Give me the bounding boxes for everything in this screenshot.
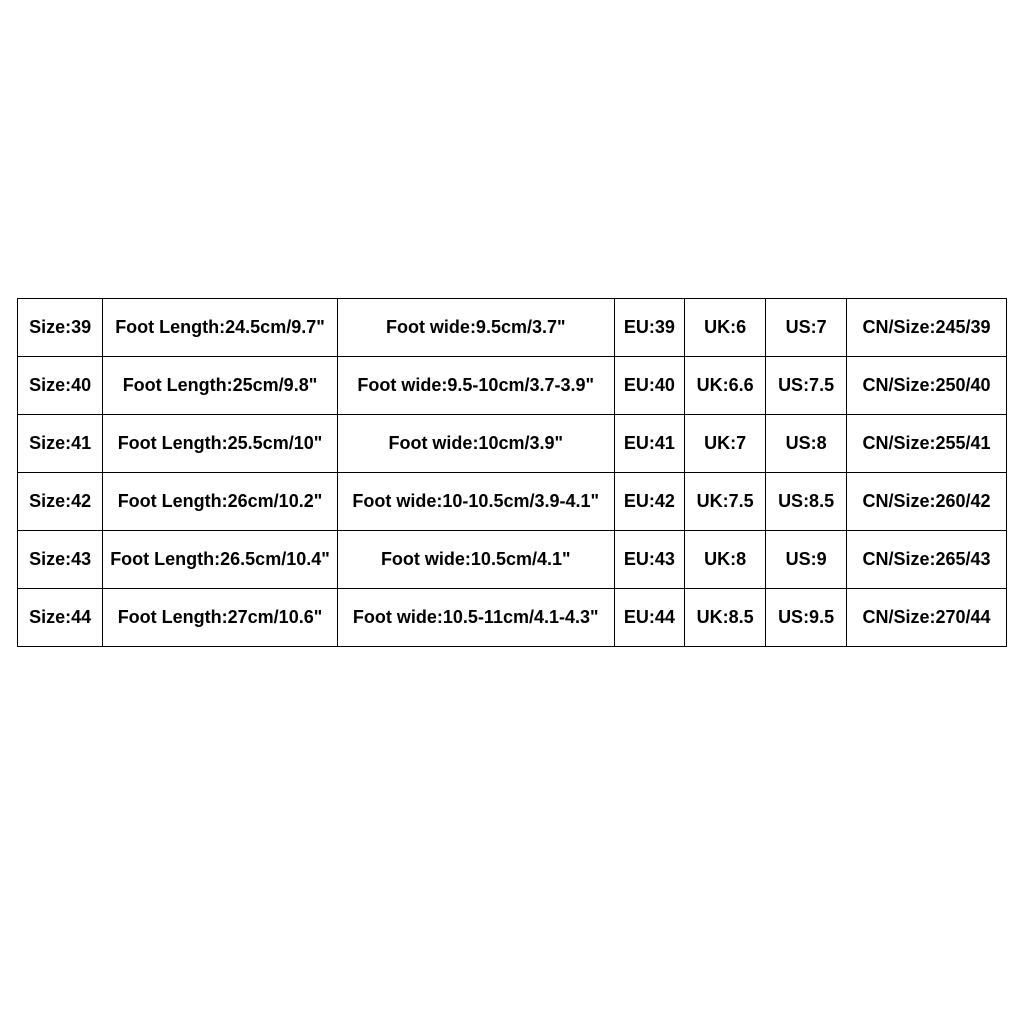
cell-size: Size:40 (18, 356, 103, 414)
cell-size: Size:42 (18, 472, 103, 530)
cell-length: Foot Length:25.5cm/10" (103, 414, 337, 472)
cell-eu: EU:42 (614, 472, 684, 530)
cell-uk: UK:8 (685, 530, 766, 588)
cell-uk: UK:6 (685, 298, 766, 356)
cell-uk: UK:7 (685, 414, 766, 472)
cell-cn: CN/Size:245/39 (847, 298, 1007, 356)
cell-size: Size:44 (18, 588, 103, 646)
cell-wide: Foot wide:10-10.5cm/3.9-4.1" (337, 472, 614, 530)
cell-cn: CN/Size:270/44 (847, 588, 1007, 646)
cell-length: Foot Length:26.5cm/10.4" (103, 530, 337, 588)
cell-wide: Foot wide:10.5-11cm/4.1-4.3" (337, 588, 614, 646)
cell-size: Size:43 (18, 530, 103, 588)
cell-us: US:8.5 (766, 472, 847, 530)
cell-cn: CN/Size:250/40 (847, 356, 1007, 414)
cell-uk: UK:8.5 (685, 588, 766, 646)
cell-eu: EU:40 (614, 356, 684, 414)
cell-wide: Foot wide:10.5cm/4.1" (337, 530, 614, 588)
cell-length: Foot Length:24.5cm/9.7" (103, 298, 337, 356)
cell-cn: CN/Size:265/43 (847, 530, 1007, 588)
table-row: Size:42 Foot Length:26cm/10.2" Foot wide… (18, 472, 1007, 530)
table-row: Size:40 Foot Length:25cm/9.8" Foot wide:… (18, 356, 1007, 414)
cell-cn: CN/Size:260/42 (847, 472, 1007, 530)
cell-us: US:7.5 (766, 356, 847, 414)
cell-us: US:8 (766, 414, 847, 472)
cell-us: US:9.5 (766, 588, 847, 646)
cell-size: Size:39 (18, 298, 103, 356)
cell-eu: EU:43 (614, 530, 684, 588)
cell-eu: EU:44 (614, 588, 684, 646)
cell-eu: EU:39 (614, 298, 684, 356)
cell-eu: EU:41 (614, 414, 684, 472)
table-row: Size:44 Foot Length:27cm/10.6" Foot wide… (18, 588, 1007, 646)
cell-cn: CN/Size:255/41 (847, 414, 1007, 472)
cell-size: Size:41 (18, 414, 103, 472)
cell-length: Foot Length:26cm/10.2" (103, 472, 337, 530)
table-row: Size:39 Foot Length:24.5cm/9.7" Foot wid… (18, 298, 1007, 356)
cell-wide: Foot wide:10cm/3.9" (337, 414, 614, 472)
cell-us: US:9 (766, 530, 847, 588)
cell-length: Foot Length:25cm/9.8" (103, 356, 337, 414)
cell-uk: UK:6.6 (685, 356, 766, 414)
cell-us: US:7 (766, 298, 847, 356)
cell-wide: Foot wide:9.5-10cm/3.7-3.9" (337, 356, 614, 414)
size-chart-table: Size:39 Foot Length:24.5cm/9.7" Foot wid… (17, 298, 1007, 647)
table-row: Size:43 Foot Length:26.5cm/10.4" Foot wi… (18, 530, 1007, 588)
cell-wide: Foot wide:9.5cm/3.7" (337, 298, 614, 356)
cell-uk: UK:7.5 (685, 472, 766, 530)
cell-length: Foot Length:27cm/10.6" (103, 588, 337, 646)
table-row: Size:41 Foot Length:25.5cm/10" Foot wide… (18, 414, 1007, 472)
